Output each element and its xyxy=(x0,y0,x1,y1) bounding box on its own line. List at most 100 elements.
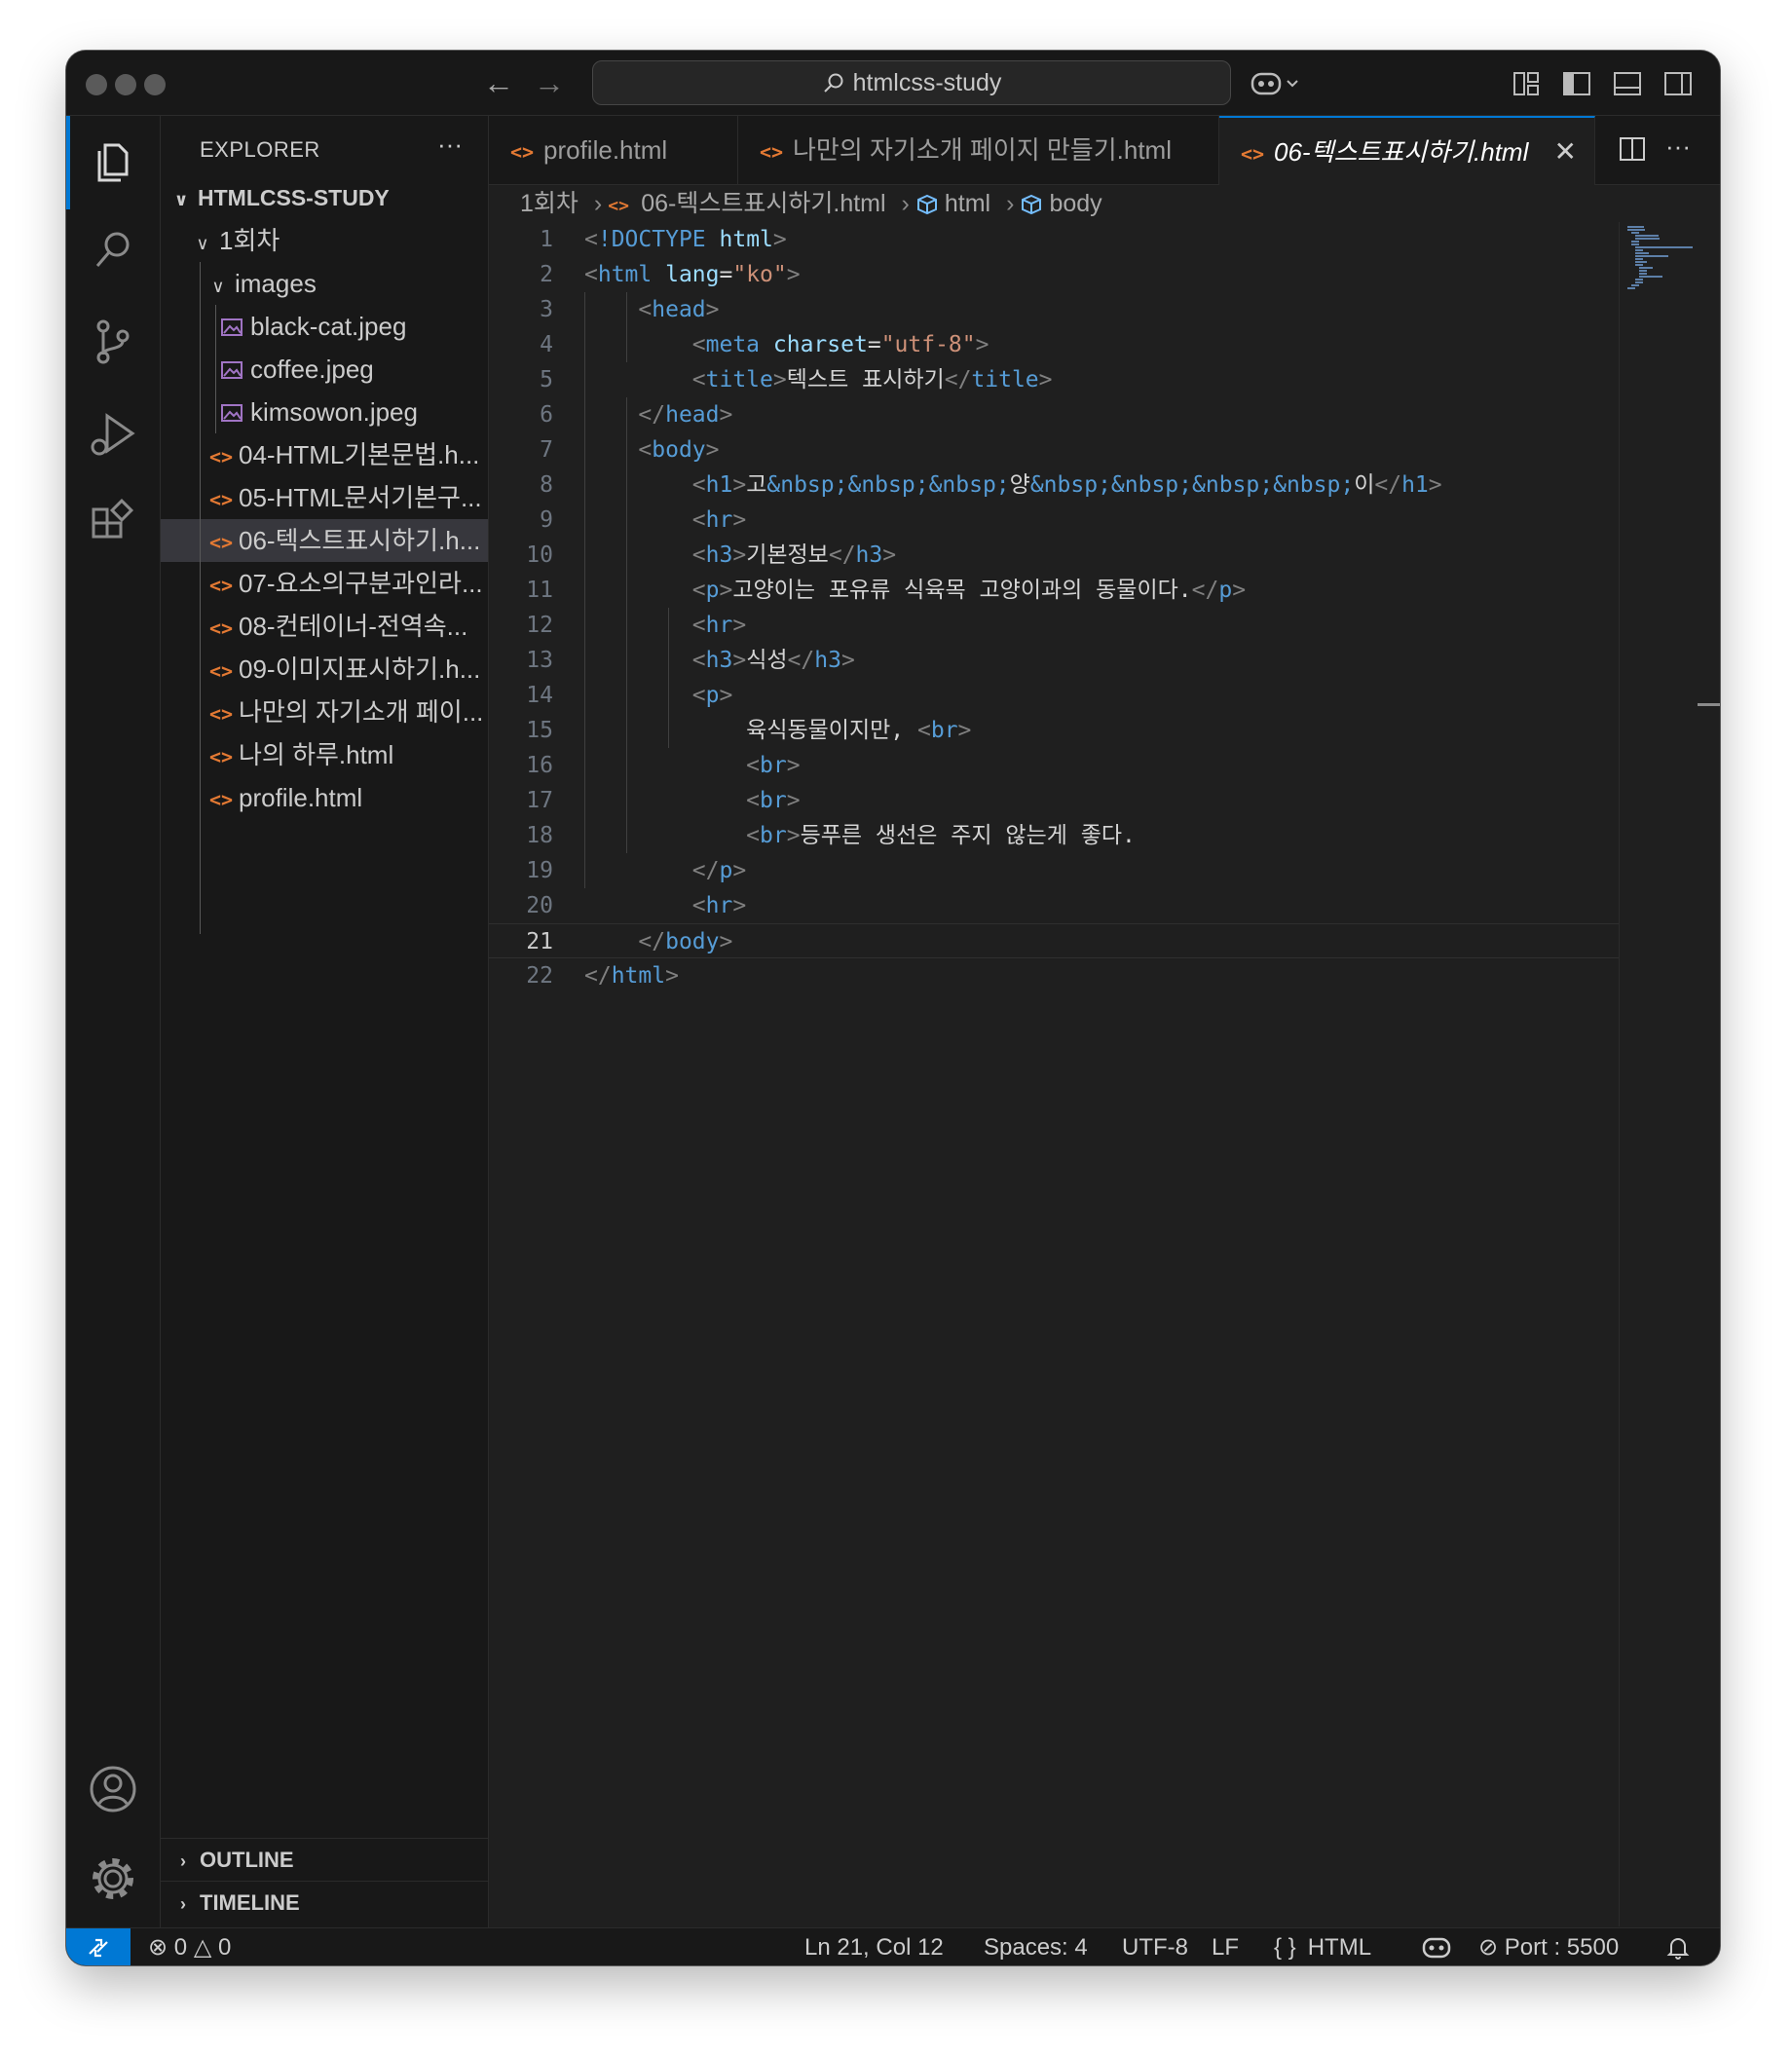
minimap-line xyxy=(1635,264,1643,266)
back-arrow-icon[interactable]: ← xyxy=(483,64,514,101)
more-actions-icon[interactable]: ··· xyxy=(437,130,463,160)
minimap-line xyxy=(1635,279,1643,280)
outline-section[interactable]: › OUTLINE xyxy=(161,1838,488,1882)
breadcrumb-file[interactable]: 06-텍스트표시하기.html xyxy=(641,190,885,217)
code-line[interactable]: 19 </p> xyxy=(489,853,1619,888)
code-editor[interactable]: 1 <!DOCTYPE html> 2 <html lang="ko"> 3 <head… xyxy=(489,222,1619,1926)
settings-gear-icon[interactable] xyxy=(86,1851,140,1906)
file-label: profile.html xyxy=(239,783,363,812)
code-line[interactable]: 20 <hr> xyxy=(489,888,1619,923)
code-line[interactable]: 12 <hr> xyxy=(489,608,1619,643)
code-line[interactable]: 2 <html lang="ko"> xyxy=(489,257,1619,292)
line-number: 5 xyxy=(540,367,553,392)
code-line[interactable]: 10 <h3>기본정보</h3> xyxy=(489,538,1619,573)
copilot-menu-icon[interactable] xyxy=(1251,70,1301,97)
cursor-position[interactable]: Ln 21, Col 12 xyxy=(804,1928,944,1965)
code-line[interactable]: 21 </body> xyxy=(489,923,1619,958)
folder-1[interactable]: ∨ 1회차 xyxy=(161,219,488,262)
code-line[interactable]: 14 <p> xyxy=(489,678,1619,713)
no-entry-icon: ⊘ xyxy=(1478,1934,1499,1961)
line-number: 17 xyxy=(526,788,553,813)
html-file-item[interactable]: <> 09-이미지표시하기.h... xyxy=(161,648,488,691)
code-line[interactable]: 9 <hr> xyxy=(489,503,1619,538)
minimap[interactable] xyxy=(1619,222,1720,1926)
copilot-status-icon[interactable] xyxy=(1422,1934,1451,1965)
breadcrumb-folder[interactable]: 1회차 xyxy=(520,190,579,217)
html-file-item[interactable]: <> 06-텍스트표시하기.h... xyxy=(161,519,488,562)
breadcrumb-html[interactable]: html xyxy=(945,190,990,217)
customize-layout-icon[interactable] xyxy=(1512,70,1541,97)
toggle-panel-icon[interactable] xyxy=(1613,70,1642,97)
editor-more-actions-icon[interactable]: ··· xyxy=(1665,131,1691,162)
end-of-line[interactable]: LF xyxy=(1212,1928,1239,1965)
code-line[interactable]: 16 <br> xyxy=(489,748,1619,783)
toggle-primary-sidebar-icon[interactable] xyxy=(1562,70,1591,97)
tab-profile[interactable]: <> profile.html xyxy=(489,116,738,184)
html-file-item[interactable]: <> profile.html xyxy=(161,776,488,819)
timeline-section[interactable]: › TIMELINE xyxy=(161,1881,488,1924)
code-line[interactable]: 13 <h3>식성</h3> xyxy=(489,643,1619,678)
tree-indent-guide xyxy=(215,305,216,433)
extensions-icon[interactable] xyxy=(86,498,140,552)
run-debug-icon[interactable] xyxy=(86,408,140,463)
search-icon[interactable] xyxy=(86,223,140,278)
tab-self-intro[interactable]: <> 나만의 자기소개 페이지 만들기.html xyxy=(738,116,1219,184)
tree-indent-guide xyxy=(200,262,201,934)
encoding[interactable]: UTF-8 xyxy=(1122,1928,1188,1965)
split-editor-icon[interactable] xyxy=(1619,135,1646,168)
code-line[interactable]: 3 <head> xyxy=(489,292,1619,327)
live-server-port[interactable]: ⊘ Port : 5500 xyxy=(1478,1928,1619,1965)
close-window-button[interactable] xyxy=(86,74,107,95)
account-icon[interactable] xyxy=(86,1762,140,1816)
code-line[interactable]: 1 <!DOCTYPE html> xyxy=(489,222,1619,257)
image-file-item[interactable]: coffee.jpeg xyxy=(161,348,488,391)
command-center-search[interactable]: htmlcss-study xyxy=(592,60,1231,105)
html-file-item[interactable]: <> 08-컨테이너-전역속... xyxy=(161,605,488,648)
folder-images[interactable]: ∨ images xyxy=(161,262,488,305)
remote-indicator[interactable] xyxy=(66,1928,131,1965)
files-icon[interactable] xyxy=(86,133,140,188)
code-line[interactable]: 17 <br> xyxy=(489,783,1619,818)
html-file-item[interactable]: <> 04-HTML기본문법.h... xyxy=(161,433,488,476)
line-number: 22 xyxy=(526,963,553,989)
html-file-item[interactable]: <> 05-HTML문서기본구... xyxy=(161,476,488,519)
line-number: 20 xyxy=(526,893,553,918)
close-icon[interactable]: ✕ xyxy=(1554,118,1577,185)
zoom-window-button[interactable] xyxy=(144,74,166,95)
breadcrumb-body[interactable]: body xyxy=(1049,190,1101,217)
minimap-line xyxy=(1639,267,1654,269)
code-line[interactable]: 11 <p>고양이는 포유류 식육목 고양이과의 동물이다.</p> xyxy=(489,573,1619,608)
html-file-item[interactable]: <> 나만의 자기소개 페이... xyxy=(161,691,488,733)
line-number: 4 xyxy=(540,332,553,357)
minimap-line xyxy=(1635,252,1650,254)
code-line[interactable]: 22 </html> xyxy=(489,958,1619,993)
minimize-window-button[interactable] xyxy=(115,74,136,95)
image-file-icon xyxy=(221,392,250,433)
notification-bell-icon[interactable] xyxy=(1665,1934,1691,1965)
minimap-line xyxy=(1627,287,1635,289)
html-file-item[interactable]: <> 07-요소의구분과인라... xyxy=(161,562,488,605)
indentation[interactable]: Spaces: 4 xyxy=(984,1928,1088,1965)
code-line[interactable]: 4 <meta charset="utf-8"> xyxy=(489,327,1619,362)
toggle-secondary-sidebar-icon[interactable] xyxy=(1663,70,1693,97)
code-line[interactable]: 8 <h1>고&nbsp;&nbsp;&nbsp;양&nbsp;&nbsp;&n… xyxy=(489,467,1619,503)
forward-arrow-icon[interactable]: → xyxy=(534,64,565,101)
language-mode[interactable]: { } HTML xyxy=(1274,1928,1371,1965)
html-file-item[interactable]: <> 나의 하루.html xyxy=(161,733,488,776)
image-file-item[interactable]: black-cat.jpeg xyxy=(161,305,488,348)
line-number: 11 xyxy=(526,578,553,603)
html-file-icon: <> xyxy=(510,140,535,164)
code-line[interactable]: 7 <body> xyxy=(489,432,1619,467)
workspace-root[interactable]: ∨ HTMLCSS-STUDY xyxy=(161,176,488,219)
code-line[interactable]: 18 <br>등푸른 생선은 주지 않는게 좋다. xyxy=(489,818,1619,853)
problems-indicator[interactable]: ⊗ 0 △ 0 xyxy=(148,1928,231,1965)
image-file-item[interactable]: kimsowon.jpeg xyxy=(161,391,488,433)
html-file-icon: <> xyxy=(209,574,234,597)
code-line[interactable]: 6 </head> xyxy=(489,397,1619,432)
line-text: <br> xyxy=(746,753,801,778)
tab-text-display[interactable]: <> 06-텍스트표시하기.html ✕ xyxy=(1219,116,1595,185)
code-line[interactable]: 5 <title>텍스트 표시하기</title> xyxy=(489,362,1619,397)
source-control-icon[interactable] xyxy=(86,315,140,369)
error-icon: ⊗ xyxy=(148,1934,168,1961)
code-line[interactable]: 15 육식동물이지만, <br> xyxy=(489,713,1619,748)
